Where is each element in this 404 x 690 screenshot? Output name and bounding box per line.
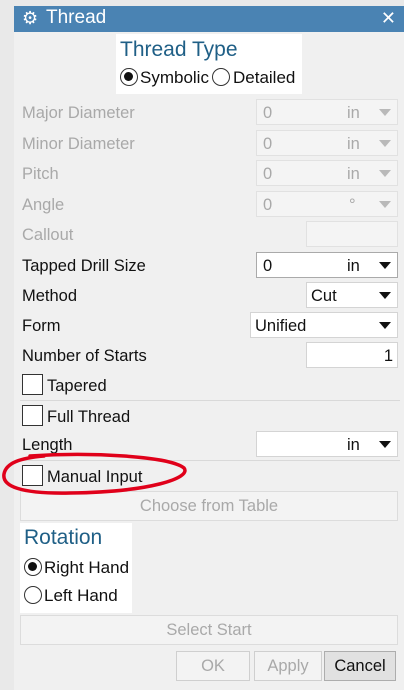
minor-diameter-row: Minor Diameter 0 in [14,128,404,158]
tapered-label: Tapered [47,377,107,395]
chevron-down-icon [379,109,391,116]
chevron-down-icon[interactable] [379,322,391,329]
chevron-down-icon [379,201,391,208]
method-value: Cut [311,287,337,305]
major-diameter-value: 0 [263,104,273,122]
symbolic-label: Symbolic [140,68,209,87]
thread-type-title: Thread Type [120,38,238,61]
chevron-down-icon[interactable] [379,292,391,299]
callout-label: Callout [22,226,74,244]
angle-label: Angle [22,196,65,214]
rotation-group: Rotation Right Hand Left Hand [20,523,132,613]
form-select[interactable]: Unified [250,312,398,338]
pitch-row: Pitch 0 in [14,158,404,188]
chevron-down-icon [379,140,391,147]
angle-row: Angle 0 ° [14,189,404,219]
pitch-label: Pitch [22,165,59,183]
minor-diameter-value: 0 [263,135,273,153]
minor-diameter-field: 0 in [256,130,398,156]
length-unit[interactable]: in [347,435,360,455]
angle-field: 0 ° [256,191,398,217]
select-start-button[interactable]: Select Start [20,615,398,645]
callout-row: Callout [14,219,404,249]
manual-input-checkbox[interactable] [22,465,43,486]
detailed-radio[interactable] [212,68,230,86]
length-row: Length in [14,429,404,459]
tapped-drill-size-field[interactable]: 0 in [256,252,398,278]
minor-diameter-unit: in [347,135,360,153]
chevron-down-icon[interactable] [379,262,391,269]
gear-icon: ⚙ [22,8,39,28]
thread-dialog: ⚙ Thread ✕ Thread Type Symbolic Detailed… [14,6,404,690]
cancel-button[interactable]: Cancel [324,651,396,681]
method-row: Method Cut [14,280,404,310]
minor-diameter-label: Minor Diameter [22,135,135,153]
number-of-starts-row: Number of Starts 1 [14,340,404,370]
manual-input-label: Manual Input [47,468,143,486]
full-thread-checkbox[interactable] [22,405,43,426]
chevron-down-icon[interactable] [379,441,391,448]
pitch-field: 0 in [256,160,398,186]
pitch-value: 0 [263,165,273,183]
left-hand-label: Left Hand [44,586,118,605]
full-thread-label: Full Thread [47,408,131,426]
rotation-title: Rotation [24,526,103,549]
pitch-unit: in [347,165,360,183]
tapped-drill-size-value: 0 [263,257,273,275]
right-hand-radio[interactable] [24,558,42,576]
dialog-title: Thread [46,7,107,28]
angle-unit: ° [349,196,356,214]
choose-from-table-button[interactable]: Choose from Table [20,491,398,521]
ok-button[interactable]: OK [176,651,250,681]
tapped-drill-size-row: Tapped Drill Size 0 in [14,250,404,280]
chevron-down-icon [379,170,391,177]
symbolic-radio[interactable] [120,68,138,86]
major-diameter-row: Major Diameter 0 in [14,97,404,127]
number-of-starts-label: Number of Starts [22,347,147,365]
close-icon[interactable]: ✕ [381,8,396,28]
tapped-drill-size-unit[interactable]: in [347,256,360,276]
left-hand-radio[interactable] [24,586,42,604]
angle-value: 0 [263,196,273,214]
major-diameter-field: 0 in [256,99,398,125]
full-thread-row: Full Thread [14,401,404,431]
length-field[interactable]: in [256,431,398,457]
apply-button[interactable]: Apply [254,651,322,681]
form-value: Unified [255,317,307,335]
length-label: Length [22,436,73,454]
method-label: Method [22,287,78,305]
callout-field [306,221,398,247]
manual-input-row: Manual Input [14,461,404,491]
form-label: Form [22,317,61,335]
form-row: Form Unified [14,310,404,340]
major-diameter-unit: in [347,104,360,122]
tapped-drill-size-label: Tapped Drill Size [22,257,146,275]
detailed-label: Detailed [233,68,296,87]
method-select[interactable]: Cut [306,282,398,308]
number-of-starts-value: 1 [383,347,393,365]
major-diameter-label: Major Diameter [22,104,135,122]
thread-type-group: Thread Type Symbolic Detailed [116,34,302,94]
number-of-starts-field[interactable]: 1 [306,342,398,368]
right-hand-label: Right Hand [44,558,130,577]
tapered-row: Tapered [14,370,404,400]
title-bar: ⚙ Thread ✕ [14,6,404,32]
tapered-checkbox[interactable] [22,374,43,395]
